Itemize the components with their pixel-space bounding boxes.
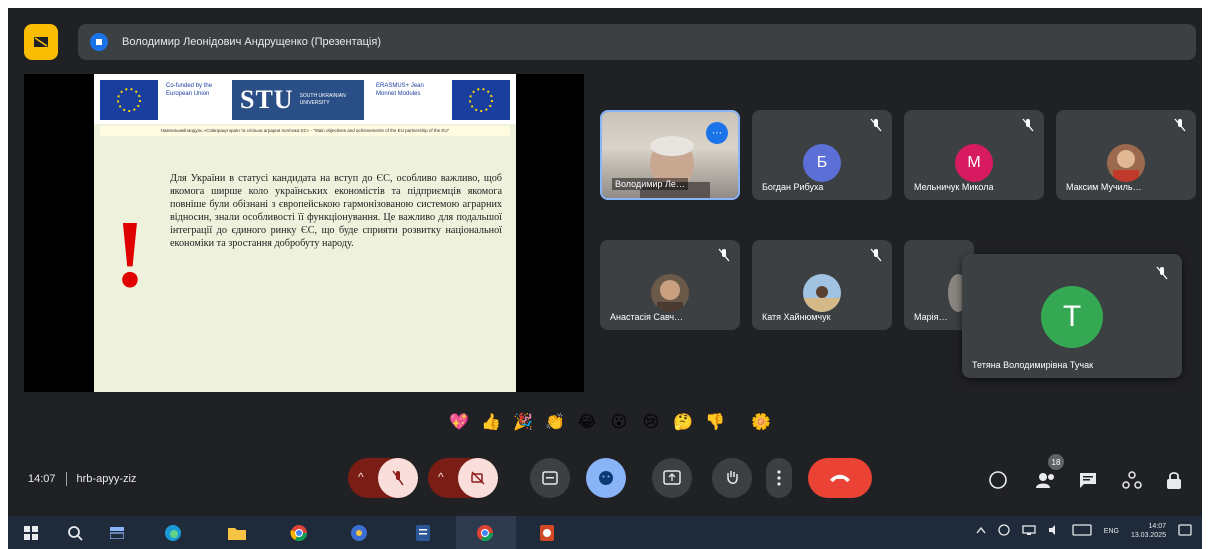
file-explorer-icon[interactable] [226,522,248,544]
avatar-photo [1107,144,1145,182]
chevron-up-icon[interactable]: ^ [358,470,364,484]
end-call-button[interactable] [808,458,872,498]
more-options-icon[interactable]: ⋯ [706,122,728,144]
presenter-label: Володимир Леонідович Андрущенко (Презент… [122,36,381,48]
keyboard-icon[interactable] [1072,524,1092,538]
clock[interactable]: 14:07 13.03.2025 [1131,522,1166,540]
reaction-clap[interactable]: 👏 [544,412,566,434]
mic-off-icon [1174,118,1186,132]
avatar-photo [651,274,689,312]
mic-control: ^ [348,458,418,498]
participant-tile[interactable]: Анастасія Савч… [600,240,740,330]
avatar-photo [803,274,841,312]
windows-start-icon[interactable] [20,522,42,544]
clock-time: 14:07 [1148,523,1166,530]
clock-date: 13.03.2025 [1130,532,1166,539]
chat-icon[interactable] [1076,468,1100,492]
university-logo: STU SOUTH UKRAINIAN UNIVERSITY [232,80,364,120]
eu-flag-icon [452,80,510,120]
camera-control: ^ [428,458,498,498]
participant-name: Катя Хайнюмчук [762,312,831,322]
participant-tile[interactable]: Максим Мучиль… [1056,110,1196,200]
meeting-code[interactable]: hrb-apyy-ziz [77,473,137,485]
reactions-bar: 💖 👍 🎉 👏 😂 😮 😢 🤔 👎 🌼 [448,410,772,436]
participant-name: Анастасія Савч… [610,312,684,322]
reaction-laugh[interactable]: 😂 [576,412,598,434]
mic-off-icon [870,118,882,132]
participant-name: Богдан Рибуха [762,182,824,192]
slide-banner: Co-funded by the European Union STU SOUT… [94,74,516,124]
meet-tray-icon[interactable] [998,524,1010,538]
reaction-skin-tone[interactable]: 🌼 [750,412,772,434]
reaction-party[interactable]: 🎉 [512,412,534,434]
presentation-slide: Co-funded by the European Union STU SOUT… [94,74,516,392]
mic-off-icon [1156,266,1168,280]
captions-button[interactable] [530,458,570,498]
windows-taskbar: ENG 14:07 13.03.2025 [8,516,1202,549]
chrome-active-icon[interactable] [474,522,496,544]
powerpoint-icon[interactable] [536,522,558,544]
participant-name: Володимир Ле… [612,178,688,190]
avatar: М [955,144,993,182]
presentation-frame: Co-funded by the European Union STU SOUT… [24,74,584,392]
jean-monnet-text: ERASMUS+ Jean Monnet Modules [376,83,424,97]
reaction-sad[interactable]: 😢 [640,412,662,434]
mic-off-icon [718,248,730,262]
more-options-button[interactable] [766,458,792,498]
participant-name: Мельничук Микола [914,182,994,192]
chrome-browser-icon[interactable] [288,522,310,544]
meet-logo-icon[interactable] [24,24,58,60]
participant-tile[interactable]: Катя Хайнюмчук [752,240,892,330]
chevron-up-icon[interactable]: ^ [438,470,444,484]
avatar: Б [803,144,841,182]
floating-participant-tile[interactable]: Т Тетяна Володимирівна Тучак [962,254,1182,378]
exclamation-mark: ! [114,200,146,307]
mic-off-icon [870,248,882,262]
participant-tile[interactable]: М Мельничук Микола [904,110,1044,200]
network-icon[interactable] [1022,524,1036,538]
system-tray: ENG 14:07 13.03.2025 [976,522,1192,540]
participant-tile[interactable]: Б Богдан Рибуха [752,110,892,200]
presenting-bar[interactable]: Володимир Леонідович Андрущенко (Презент… [78,24,1196,60]
info-icon[interactable] [986,468,1010,492]
word-icon[interactable] [412,522,434,544]
divider [65,472,67,486]
mic-off-button[interactable] [378,458,418,498]
meeting-time: 14:07 [28,473,56,485]
reaction-thinking[interactable]: 🤔 [672,412,694,434]
participant-tile[interactable]: ⋯ Володимир Ле… [600,110,740,200]
app-icon[interactable] [348,522,370,544]
reaction-heart[interactable]: 💖 [448,412,470,434]
meet-window: Володимир Леонідович Андрущенко (Презент… [8,8,1202,549]
reaction-thumbs-down[interactable]: 👎 [704,412,726,434]
eu-cofunded-text: Co-funded by the European Union [166,83,213,97]
volume-icon[interactable] [1048,524,1060,538]
avatar: Т [1041,286,1103,348]
notifications-icon[interactable] [1178,524,1192,538]
language-indicator[interactable]: ENG [1104,528,1119,535]
slide-body-text: Для України в статусі кандидата на вступ… [170,173,502,249]
chevron-up-icon[interactable] [976,526,986,536]
presenting-icon [90,33,108,51]
meeting-info: 14:07 hrb-apyy-ziz [28,472,136,486]
raise-hand-button[interactable] [712,458,752,498]
task-view-icon[interactable] [106,522,128,544]
participant-name: Тетяна Володимирівна Тучак [972,360,1094,370]
slide-caption: Навчальний модуль «Співпраця країн та сп… [100,126,510,136]
eu-flag-icon [100,80,158,120]
activities-icon[interactable] [1120,468,1144,492]
present-screen-button[interactable] [652,458,692,498]
reaction-surprised[interactable]: 😮 [608,412,630,434]
reaction-thumbs-up[interactable]: 👍 [480,412,502,434]
mic-off-icon [1022,118,1034,132]
people-icon[interactable] [1034,468,1058,492]
host-controls-icon[interactable] [1162,468,1186,492]
edge-browser-icon[interactable] [162,522,184,544]
search-icon[interactable] [64,522,86,544]
emoji-button[interactable] [586,458,626,498]
participant-name: Максим Мучиль… [1066,182,1142,192]
camera-off-button[interactable] [458,458,498,498]
